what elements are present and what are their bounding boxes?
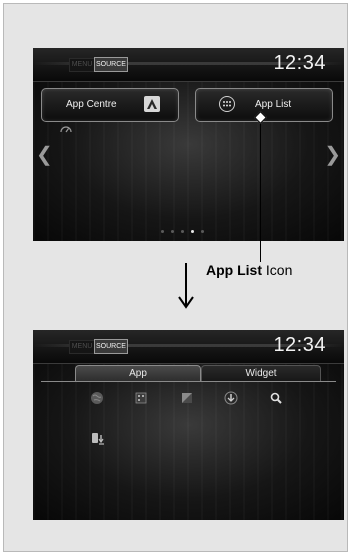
tab-bar: App Widget (75, 365, 321, 382)
source-button[interactable]: SOURCE (94, 339, 128, 354)
picture-icon[interactable] (180, 391, 194, 405)
gauge-icon (60, 126, 72, 133)
app-list-label: App List (255, 99, 292, 110)
globe-icon[interactable] (90, 391, 104, 405)
chevron-left-icon[interactable]: ❮ (36, 142, 53, 167)
menu-button[interactable]: MENU (69, 58, 95, 72)
callout-label-bold: App List (206, 262, 262, 278)
app-list-icon (219, 96, 235, 112)
tab-divider (41, 381, 336, 382)
app-centre-label: App Centre (66, 99, 117, 110)
page-dot (201, 230, 204, 233)
app-list-screen: MENU SOURCE 12:34 App Widget (33, 330, 344, 520)
tab-widget[interactable]: Widget (201, 365, 321, 382)
source-button[interactable]: SOURCE (94, 57, 128, 72)
clock: 12:34 (273, 334, 326, 356)
clock: 12:34 (273, 52, 326, 74)
download-icon[interactable] (224, 391, 238, 405)
status-bar: MENU SOURCE 12:34 (33, 330, 344, 364)
page-dot (181, 230, 184, 233)
notepad-icon[interactable] (134, 391, 148, 405)
page-dot-active (191, 230, 194, 233)
app-centre-button[interactable]: App Centre (41, 88, 179, 122)
callout-label-rest: Icon (262, 262, 293, 278)
tab-app[interactable]: App (75, 365, 201, 382)
home-screen: MENU SOURCE 12:34 App Centre App List ❮ … (33, 48, 344, 241)
chevron-right-icon[interactable]: ❯ (324, 142, 341, 167)
menu-button[interactable]: MENU (69, 340, 95, 354)
page-dot (171, 230, 174, 233)
install-app-icon[interactable] (91, 432, 105, 446)
android-auto-icon (144, 96, 160, 112)
status-bar: MENU SOURCE 12:34 (33, 48, 344, 82)
callout-leader-line (260, 118, 261, 262)
callout-label: App List Icon (206, 262, 292, 278)
figure-frame: MENU SOURCE 12:34 App Centre App List ❮ … (3, 3, 348, 552)
page-dot (161, 230, 164, 233)
search-icon[interactable] (269, 391, 283, 405)
down-arrow-icon (178, 263, 194, 309)
